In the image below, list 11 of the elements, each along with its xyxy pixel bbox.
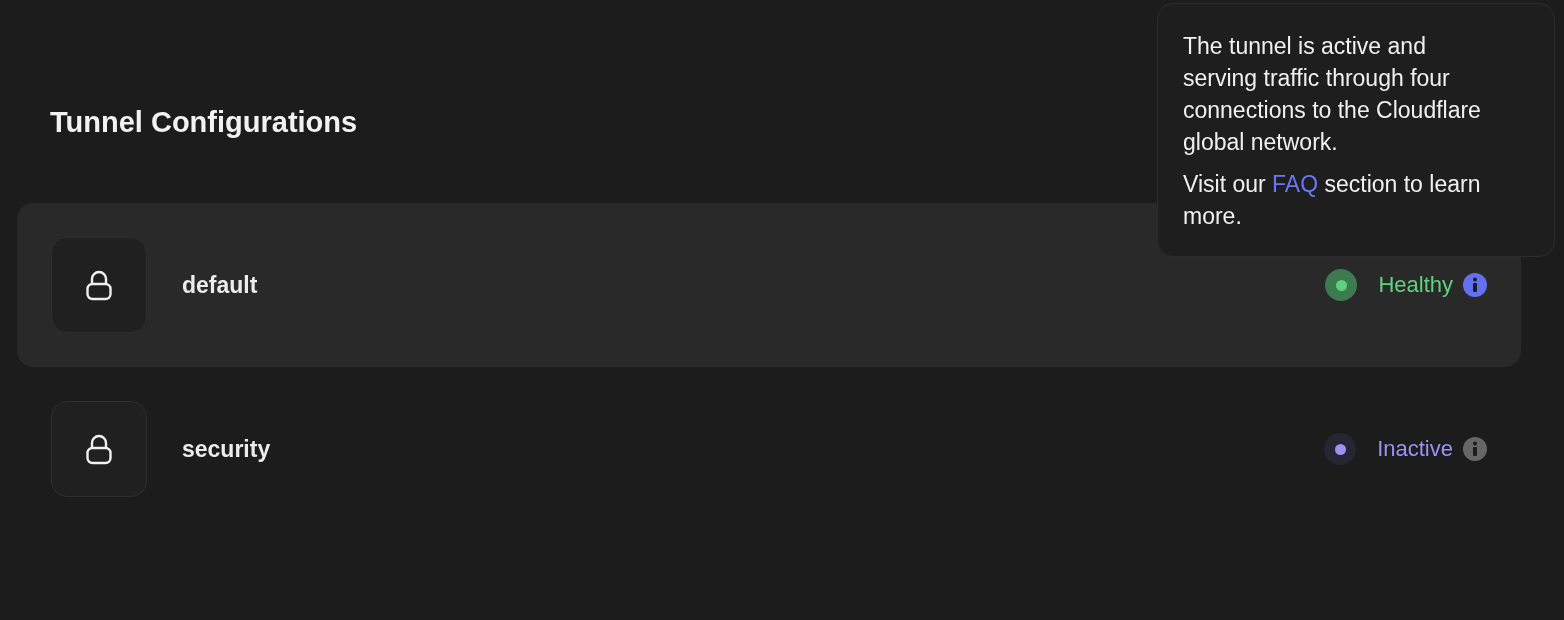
faq-link[interactable]: FAQ bbox=[1272, 171, 1319, 197]
status-label: Healthy bbox=[1378, 272, 1453, 298]
info-icon[interactable] bbox=[1463, 273, 1487, 297]
tooltip-text: The tunnel is active and serving traffic through four connections to the Cloudflare global network. bbox=[1183, 32, 1482, 157]
lock-icon bbox=[86, 433, 112, 465]
lock-icon bbox=[86, 269, 112, 301]
tunnel-name: default bbox=[182, 271, 258, 299]
page-title: Tunnel Configurations bbox=[50, 105, 358, 140]
tunnel-name: security bbox=[182, 435, 271, 463]
status-label: Inactive bbox=[1377, 436, 1453, 462]
info-icon[interactable] bbox=[1463, 437, 1487, 461]
